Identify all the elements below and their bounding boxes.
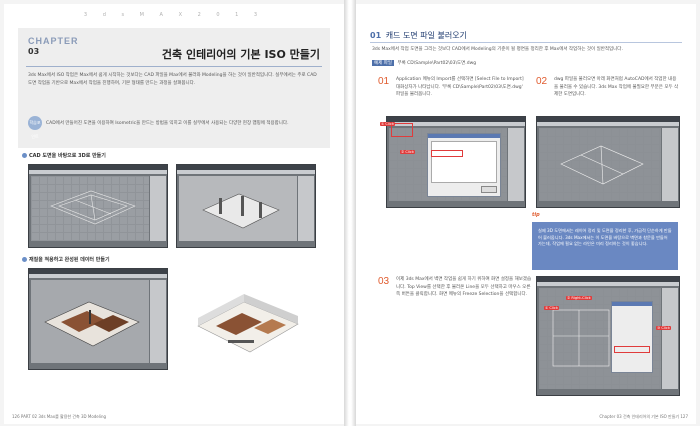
- selected-file: [431, 150, 463, 157]
- running-head: 3 d s M A X 2 0 1 3: [83, 12, 265, 18]
- chapter-header-box: CHAPTER 03 건축 인테리어의 기본 ISO 만들기 3ds Max에서…: [18, 28, 330, 148]
- example-file-label: 예제 파일: [372, 60, 394, 66]
- open-button: [481, 186, 497, 193]
- step-3-text: 이제 3ds Max에서 벽면 작업을 쉽게 하기 위하여 화면 설정을 해보겠…: [396, 277, 532, 297]
- max-screenshot-walls: [176, 164, 316, 248]
- toolbar: [29, 170, 167, 174]
- max-screenshot-import: [386, 116, 526, 208]
- section-rule: [370, 42, 682, 43]
- section-heading-1-text: CAD 도면을 바탕으로 3D로 만들기: [29, 153, 106, 159]
- wireframe-plan-icon: [50, 190, 136, 225]
- max-screenshot-plan: [536, 116, 680, 208]
- book-gutter: [344, 0, 356, 426]
- file-list: [431, 141, 497, 183]
- section-heading-2-text: 재질을 적용하고 완성된 데이터 만들기: [29, 257, 110, 263]
- left-footer: 126 PART 02 3ds Max를 활용한 건축 3D Modeling: [12, 414, 107, 419]
- viewport: [31, 176, 149, 241]
- book-spread: 3 d s M A X 2 0 1 3 CHAPTER 03 건축 인테리어의 …: [0, 0, 700, 426]
- callout-click-3: ① Click: [544, 306, 559, 310]
- quad-context-menu: [611, 301, 653, 373]
- left-page: 3 d s M A X 2 0 1 3 CHAPTER 03 건축 인테리어의 …: [4, 4, 344, 424]
- section-number: 01: [370, 31, 382, 40]
- section-title-text: 캐드 도면 파일 불러오기: [385, 31, 467, 40]
- max-screenshot-textured: [28, 268, 168, 370]
- chapter-intro: 3ds Max에서 ISO 작업은 Max에서 쉽게 시작하는 것보다는 CAD…: [28, 73, 317, 86]
- callout-click-1: ① Click: [380, 122, 395, 126]
- imported-plan-icon: [560, 145, 644, 185]
- learning-point-text: CAD에서 만들어진 도면을 이용하여 Isometric을 만드는 방법을 익…: [46, 121, 289, 126]
- step-2-text: dwg 파일을 불러오면 아래 화면처럼 AutoCAD에서 작업한 내용을 불…: [554, 77, 679, 97]
- textured-model-icon: [44, 301, 140, 347]
- callout-click-2: ② Click: [400, 150, 415, 154]
- chapter-rule: [26, 66, 322, 67]
- example-file: 예제 파일 부록 CD\Sample\Part02\03\도면.dwg: [372, 60, 476, 66]
- section-heading-2: 재질을 적용하고 완성된 데이터 만들기: [22, 256, 110, 263]
- max-screenshot-wireframe: [28, 164, 168, 248]
- callout-right-click: ② Right-Click: [566, 296, 592, 300]
- section-title: 01 캐드 도면 파일 불러오기: [370, 30, 467, 41]
- wall-model-icon: [202, 193, 280, 229]
- step-1-number: 01: [378, 76, 390, 87]
- command-panel: [150, 176, 166, 241]
- section-heading-1: CAD 도면을 바탕으로 3D로 만들기: [22, 152, 106, 159]
- bullet-icon: [22, 257, 27, 262]
- step-2-number: 02: [536, 76, 548, 87]
- bullet-icon: [22, 153, 27, 158]
- step-1-text: Application 메뉴의 Import를 선택하면 [Select Fil…: [396, 77, 524, 97]
- section-description: 3ds Max에서 작업 도면을 그리는 것보다 CAD에서 Modeling의…: [372, 47, 623, 52]
- example-file-path: 부록 CD\Sample\Part02\03\도면.dwg: [397, 61, 477, 66]
- tip-box: 실제 3D 도면에서는 레이어 정리 및 도면을 정리한 후, 가급적 단순하게…: [532, 222, 678, 270]
- dialog-title-bar: [428, 134, 500, 138]
- chapter-label: CHAPTER: [28, 36, 79, 46]
- max-screenshot-freeze: [536, 276, 680, 396]
- chapter-number: 03: [28, 47, 40, 56]
- isometric-room-icon: [197, 294, 299, 353]
- select-file-dialog: [427, 133, 501, 197]
- learning-point-badge: 학습포인트: [28, 116, 42, 139]
- rendered-isometric-image: [188, 282, 306, 366]
- right-footer: Chapter 03 건축 인테리어의 기본 ISO 만들기 127: [599, 414, 688, 419]
- right-page: 01 캐드 도면 파일 불러오기 3ds Max에서 작업 도면을 그리는 것보…: [356, 4, 696, 424]
- step-3-number: 03: [378, 276, 390, 287]
- tip-label: tip: [532, 212, 540, 218]
- callout-click-5: ③ Click: [656, 326, 671, 330]
- chapter-title: 건축 인테리어의 기본 ISO 만들기: [161, 48, 320, 61]
- freeze-selection-item: [614, 346, 650, 353]
